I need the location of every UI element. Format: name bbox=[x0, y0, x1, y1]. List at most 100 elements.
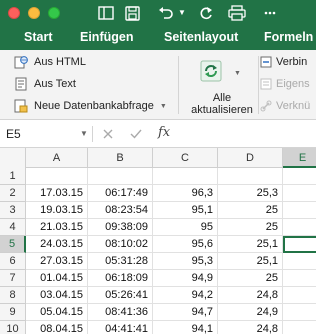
cell[interactable]: 19.03.15 bbox=[26, 202, 88, 219]
cell[interactable]: 95,6 bbox=[153, 236, 218, 253]
cell[interactable] bbox=[26, 168, 88, 185]
cell[interactable]: 05:31:28 bbox=[88, 253, 153, 270]
print-icon[interactable] bbox=[226, 3, 248, 23]
row-header[interactable]: 4 bbox=[0, 219, 26, 236]
row-header[interactable]: 7 bbox=[0, 270, 26, 287]
spreadsheet-grid[interactable]: ABCDE 1 2 17.03.15 06:17:49 96,3 25,3 3 19.03.1… bbox=[0, 148, 316, 334]
connections-button[interactable]: Verbin bbox=[260, 54, 307, 70]
cell[interactable] bbox=[218, 168, 283, 185]
tab-start[interactable]: Start bbox=[24, 30, 52, 44]
cell[interactable]: 08.04.15 bbox=[26, 321, 88, 334]
cell[interactable] bbox=[283, 168, 316, 185]
cell[interactable]: 25,1 bbox=[218, 253, 283, 270]
cell[interactable]: 94,1 bbox=[153, 321, 218, 334]
table-row: 7 01.04.15 06:18:09 94,9 25 bbox=[0, 270, 316, 287]
globe-icon bbox=[14, 55, 28, 69]
redo-icon[interactable] bbox=[196, 3, 216, 23]
name-box[interactable]: E5 bbox=[6, 124, 76, 144]
cell[interactable]: 27.03.15 bbox=[26, 253, 88, 270]
row-header[interactable]: 8 bbox=[0, 287, 26, 304]
cell[interactable] bbox=[88, 168, 153, 185]
cell[interactable] bbox=[283, 321, 316, 334]
cell[interactable]: 06:17:49 bbox=[88, 185, 153, 202]
column-header-c[interactable]: C bbox=[153, 148, 218, 168]
more-icon[interactable] bbox=[262, 3, 278, 23]
cell[interactable]: 08:10:02 bbox=[88, 236, 153, 253]
from-html-label: Aus HTML bbox=[34, 56, 86, 68]
row-header[interactable]: 3 bbox=[0, 202, 26, 219]
cell[interactable] bbox=[153, 168, 218, 185]
cell[interactable]: 25,3 bbox=[218, 185, 283, 202]
table-row: 6 27.03.15 05:31:28 95,3 25,1 bbox=[0, 253, 316, 270]
row-header[interactable]: 9 bbox=[0, 304, 26, 321]
cell[interactable] bbox=[283, 304, 316, 321]
cell[interactable] bbox=[283, 253, 316, 270]
row-header[interactable]: 1 bbox=[0, 168, 26, 185]
cell[interactable]: 94,2 bbox=[153, 287, 218, 304]
cell[interactable] bbox=[283, 219, 316, 236]
cell[interactable]: 24,9 bbox=[218, 304, 283, 321]
cell[interactable]: 04:41:41 bbox=[88, 321, 153, 334]
row-header[interactable]: 6 bbox=[0, 253, 26, 270]
insert-function-button[interactable]: fx bbox=[158, 125, 170, 140]
cell[interactable]: 25,1 bbox=[218, 236, 283, 253]
tab-einfuegen[interactable]: Einfügen bbox=[80, 30, 133, 44]
cell[interactable]: 05.04.15 bbox=[26, 304, 88, 321]
cell[interactable]: 24.03.15 bbox=[26, 236, 88, 253]
cell[interactable]: 25 bbox=[218, 202, 283, 219]
refresh-dropdown-icon[interactable]: ▼ bbox=[234, 70, 241, 77]
cell[interactable] bbox=[283, 185, 316, 202]
select-all-corner[interactable] bbox=[0, 148, 26, 168]
cell[interactable]: 21.03.15 bbox=[26, 219, 88, 236]
cell[interactable]: 24,8 bbox=[218, 321, 283, 334]
selected-cell[interactable] bbox=[283, 236, 316, 253]
save-icon[interactable] bbox=[122, 3, 142, 23]
minimize-window-button[interactable] bbox=[28, 7, 40, 19]
cell[interactable]: 01.04.15 bbox=[26, 270, 88, 287]
cell[interactable] bbox=[283, 270, 316, 287]
cell[interactable]: 24,8 bbox=[218, 287, 283, 304]
cancel-icon[interactable] bbox=[100, 125, 116, 143]
cell[interactable] bbox=[283, 202, 316, 219]
cell[interactable] bbox=[283, 287, 316, 304]
cell[interactable]: 08:23:54 bbox=[88, 202, 153, 219]
cell[interactable]: 25 bbox=[218, 219, 283, 236]
cell[interactable]: 09:38:09 bbox=[88, 219, 153, 236]
cell[interactable]: 06:18:09 bbox=[88, 270, 153, 287]
row-header[interactable]: 2 bbox=[0, 185, 26, 202]
column-header-a[interactable]: A bbox=[26, 148, 88, 168]
confirm-icon[interactable] bbox=[128, 125, 144, 143]
undo-dropdown-icon[interactable]: ▼ bbox=[178, 9, 186, 17]
cell[interactable]: 95,3 bbox=[153, 253, 218, 270]
cell[interactable]: 95 bbox=[153, 219, 218, 236]
cell[interactable]: 05:26:41 bbox=[88, 287, 153, 304]
row-header[interactable]: 5 bbox=[0, 236, 26, 253]
cell[interactable]: 08:41:36 bbox=[88, 304, 153, 321]
cell[interactable]: 03.04.15 bbox=[26, 287, 88, 304]
column-header-d[interactable]: D bbox=[218, 148, 283, 168]
close-window-button[interactable] bbox=[8, 7, 20, 19]
undo-icon[interactable] bbox=[156, 3, 176, 23]
column-header-b[interactable]: B bbox=[88, 148, 153, 168]
cell[interactable]: 94,9 bbox=[153, 270, 218, 287]
name-box-dropdown-icon[interactable]: ▼ bbox=[80, 129, 88, 138]
new-database-query-label: Neue Datenbankabfrage bbox=[34, 100, 154, 112]
cell[interactable]: 96,3 bbox=[153, 185, 218, 202]
tab-formeln[interactable]: Formeln bbox=[264, 30, 313, 44]
cell[interactable]: 25 bbox=[218, 270, 283, 287]
cell[interactable]: 94,7 bbox=[153, 304, 218, 321]
column-header-e[interactable]: E bbox=[283, 148, 316, 168]
zoom-window-button[interactable] bbox=[48, 7, 60, 19]
sidebar-icon[interactable] bbox=[96, 3, 116, 23]
cell[interactable]: 17.03.15 bbox=[26, 185, 88, 202]
formula-input[interactable] bbox=[180, 124, 310, 144]
from-text-button[interactable]: Aus Text bbox=[14, 75, 76, 93]
tab-seitenlayout[interactable]: Seitenlayout bbox=[164, 30, 238, 44]
new-database-query-button[interactable]: Neue Datenbankabfrage ▼ bbox=[14, 97, 167, 115]
cell[interactable]: 95,1 bbox=[153, 202, 218, 219]
row-header[interactable]: 10 bbox=[0, 321, 26, 334]
ribbon: Aus HTML Aus Text Neue Datenbankabfrage … bbox=[0, 50, 316, 120]
from-html-button[interactable]: Aus HTML bbox=[14, 53, 86, 71]
refresh-all-button[interactable]: ▼ Alle aktualisieren bbox=[188, 56, 256, 116]
text-file-icon bbox=[14, 77, 28, 91]
